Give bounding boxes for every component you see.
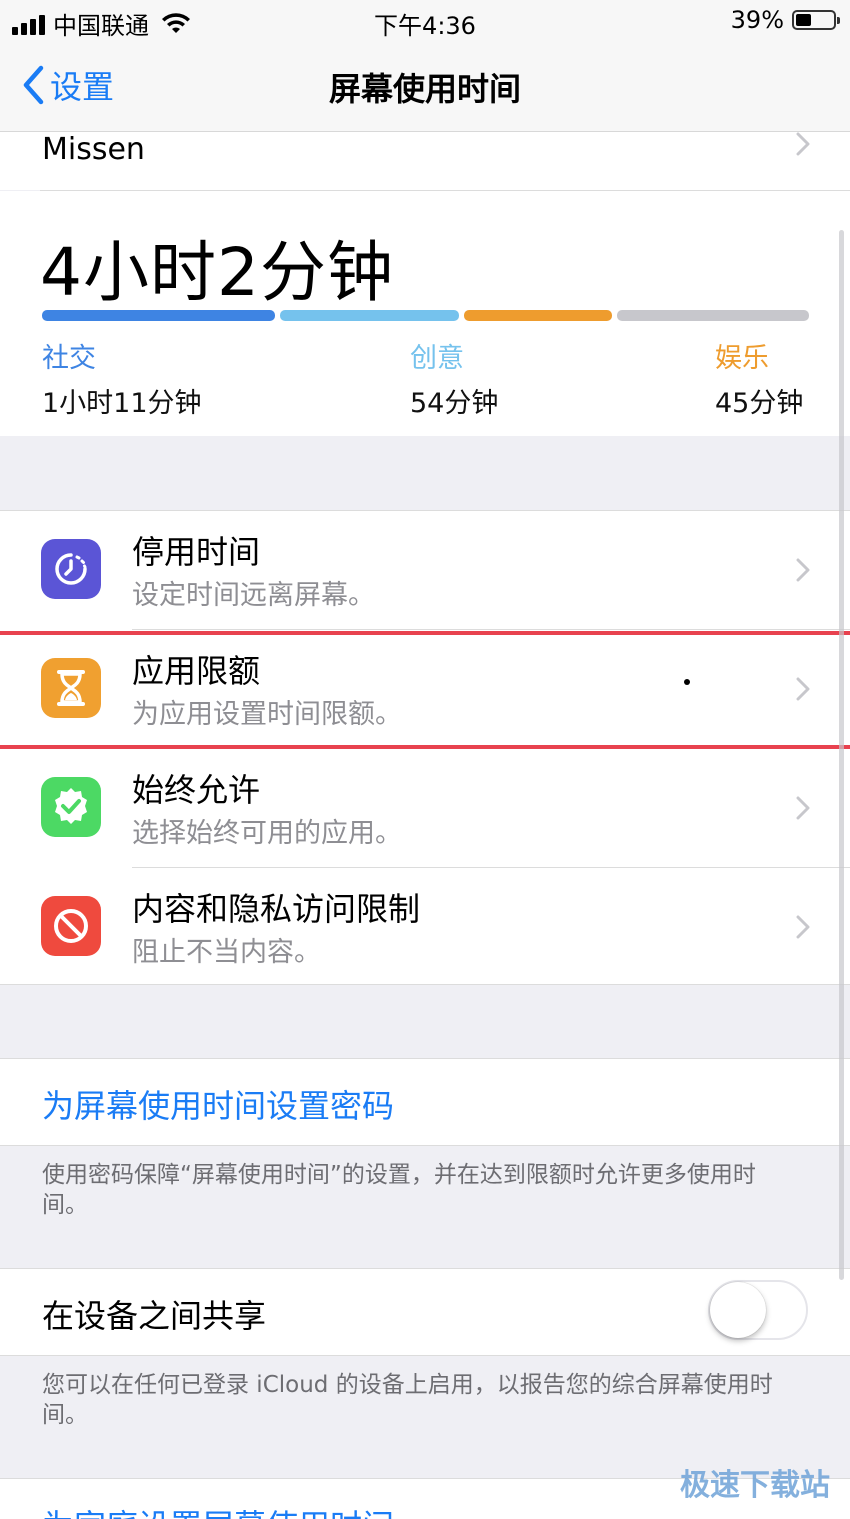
status-bar: 中国联通 下午4:36 39% [0,0,850,44]
row-title: 停用时间 [132,533,261,571]
device-name: Missen [42,132,145,167]
toggle-knob [710,1282,766,1338]
category-social: 社交 1小时11分钟 [42,336,202,420]
chevron-right-icon [796,915,810,939]
chevron-right-icon [796,677,810,701]
total-usage-time: 4小时2分钟 [40,234,394,311]
chevron-right-icon [796,132,810,156]
usage-bar-creative [279,310,459,321]
hourglass-icon [41,658,101,718]
settings-group: 停用时间 设定时间远离屏幕。 应用限额 为应用设置时间限额。 始终允许 选择始终… [0,510,850,985]
usage-bar-entertainment [463,310,613,321]
status-time: 下午4:36 [374,12,476,40]
settings-row-content-privacy[interactable]: 内容和隐私访问限制 阻止不当内容。 [0,868,850,986]
share-label: 在设备之间共享 [42,1297,267,1335]
share-toggle[interactable] [708,1280,808,1340]
device-row[interactable]: Missen [0,132,850,190]
usage-bar-social [42,310,275,321]
navigation-bar: 设置 屏幕使用时间 [0,44,850,132]
category-label: 社交 [42,343,96,374]
settings-row-downtime[interactable]: 停用时间 设定时间远离屏幕。 [0,511,850,629]
row-subtitle: 阻止不当内容。 [132,937,321,968]
prohibited-icon [41,896,101,956]
checkmark-badge-icon [41,777,101,837]
battery-percent: 39% [730,6,784,34]
category-label: 娱乐 [715,343,769,374]
usage-bar [42,310,809,321]
category-label: 创意 [410,343,464,374]
category-creative: 创意 54分钟 [410,336,498,420]
settings-row-app-limits[interactable]: 应用限额 为应用设置时间限额。 [0,630,850,748]
usage-summary[interactable]: 4小时2分钟 社交 1小时11分钟 创意 54分钟 娱乐 45分钟 [0,191,850,436]
settings-row-always-allowed[interactable]: 始终允许 选择始终可用的应用。 [0,749,850,867]
family-setup-link[interactable]: 为家庭设置屏幕使用时间 [42,1501,394,1519]
category-value: 54分钟 [410,388,499,419]
row-subtitle: 为应用设置时间限额。 [132,699,402,730]
usage-bar-other [617,310,809,321]
passcode-footnote: 使用密码保障“屏幕使用时间”的设置，并在达到限额时允许更多使用时间。 [42,1162,756,1218]
row-title: 始终允许 [132,771,261,809]
page-title: 屏幕使用时间 [328,70,521,108]
watermark: 极速下载站 [680,1468,830,1503]
share-across-devices-row: 在设备之间共享 [0,1268,850,1356]
status-right: 39% [730,6,840,34]
touch-dot [684,679,690,685]
battery-icon [792,10,840,30]
category-value: 45分钟 [715,388,804,419]
category-entertainment: 娱乐 45分钟 [715,336,803,420]
row-subtitle: 设定时间远离屏幕。 [132,580,375,611]
chevron-right-icon [796,796,810,820]
passcode-row[interactable]: 为屏幕使用时间设置密码 [0,1058,850,1146]
row-title: 内容和隐私访问限制 [132,890,421,928]
set-passcode-link[interactable]: 为屏幕使用时间设置密码 [42,1081,394,1127]
scrollbar[interactable] [839,230,844,1280]
chevron-right-icon [796,558,810,582]
downtime-icon [41,539,101,599]
category-value: 1小时11分钟 [42,388,202,419]
row-title: 应用限额 [132,652,261,690]
row-subtitle: 选择始终可用的应用。 [132,818,402,849]
share-footnote: 您可以在任何已登录 iCloud 的设备上启用，以报告您的综合屏幕使用时间。 [42,1372,773,1428]
